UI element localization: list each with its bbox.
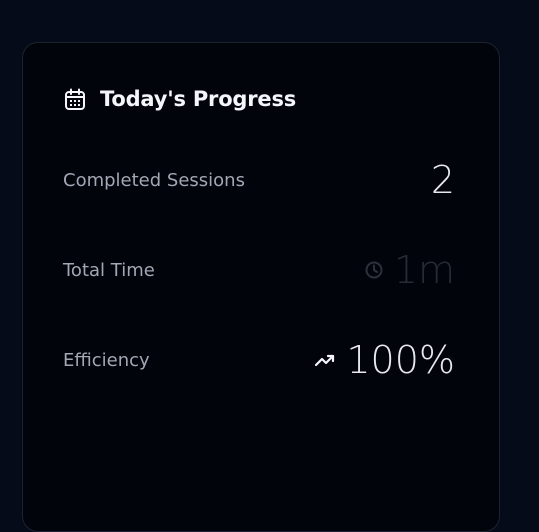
total-time-value-group: 1m — [364, 251, 455, 289]
efficiency-row: Efficiency 100% — [63, 337, 455, 383]
trending-up-icon — [314, 351, 336, 369]
card-header: Today's Progress — [64, 87, 296, 111]
completed-sessions-row: Completed Sessions 2 — [63, 157, 455, 203]
total-time-value: 1m — [393, 248, 455, 292]
completed-sessions-label: Completed Sessions — [63, 169, 245, 191]
efficiency-label: Efficiency — [63, 349, 150, 371]
total-time-row: Total Time 1m — [63, 247, 455, 293]
total-time-label: Total Time — [63, 259, 155, 281]
completed-sessions-value: 2 — [430, 158, 455, 202]
clock-icon — [364, 260, 384, 280]
card-title: Today's Progress — [100, 87, 297, 111]
efficiency-value-group: 100% — [314, 341, 455, 379]
calendar-icon — [64, 88, 86, 111]
todays-progress-card: Today's Progress Completed Sessions 2 To… — [22, 42, 500, 532]
efficiency-value: 100% — [346, 338, 455, 382]
